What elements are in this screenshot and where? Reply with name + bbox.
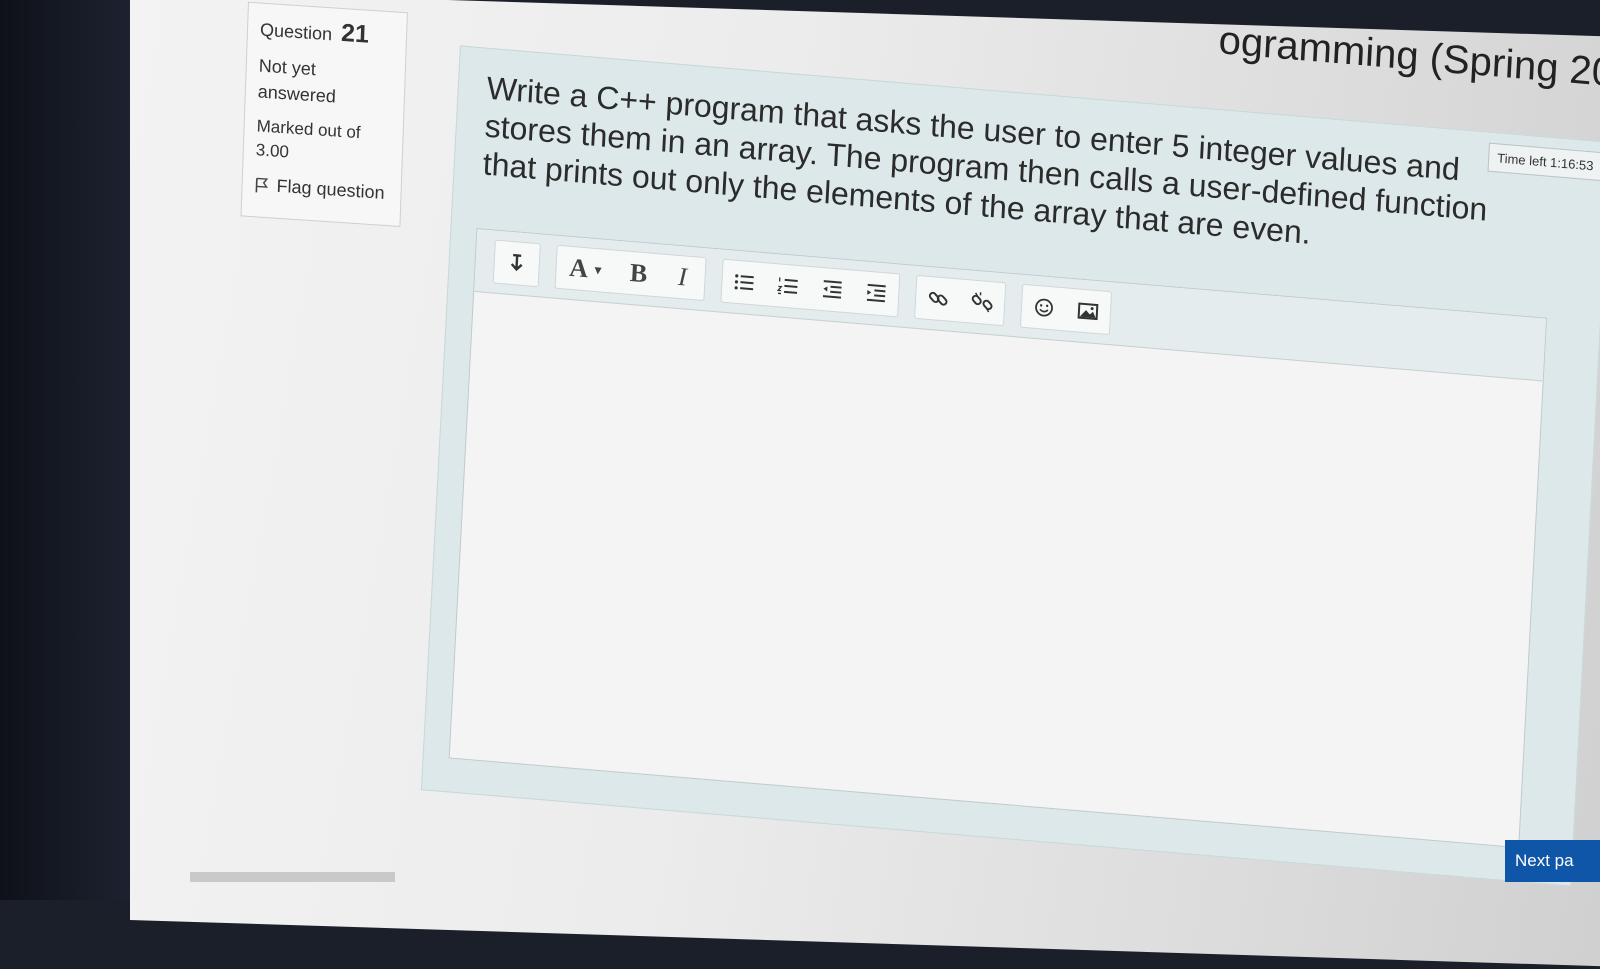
flag-icon — [255, 177, 269, 192]
answer-text-area[interactable] — [450, 292, 1543, 847]
unlink-icon — [971, 292, 993, 313]
toolbar-group-links — [914, 274, 1007, 327]
unordered-list-icon — [734, 274, 754, 291]
toolbar-group-collapse — [492, 239, 541, 288]
chevron-down-icon: ▼ — [591, 262, 605, 278]
question-label: Question — [259, 19, 333, 45]
link-icon — [928, 291, 948, 306]
answer-status: Not yet answered — [257, 55, 337, 107]
outdent-icon — [822, 280, 842, 299]
ordered-list-button[interactable] — [765, 263, 811, 309]
italic-icon: I — [677, 262, 688, 292]
course-title: ogramming (Spring 2021) — [1217, 18, 1600, 101]
collapse-icon — [510, 253, 523, 272]
indent-button[interactable] — [853, 271, 899, 317]
image-icon — [1077, 302, 1099, 321]
image-button[interactable] — [1065, 289, 1111, 335]
bold-icon: B — [629, 257, 649, 289]
emoji-icon — [1035, 298, 1053, 317]
quiz-screen: ogramming (Spring 2021) Question 21 Not … — [130, 0, 1600, 968]
question-number: 21 — [340, 18, 370, 49]
toolbar-group-media — [1019, 283, 1113, 336]
toolbar-group-lists — [720, 258, 901, 318]
italic-button[interactable]: I — [659, 255, 705, 301]
answer-editor: A ▼ B I — [448, 228, 1548, 849]
indent-icon — [866, 283, 886, 303]
toolbar-group-style: A ▼ B I — [554, 244, 707, 302]
collapse-toolbar-button[interactable] — [494, 241, 540, 287]
flag-question-label: Flag question — [276, 175, 385, 203]
bottom-strip — [190, 872, 395, 882]
emoji-button[interactable] — [1021, 285, 1067, 331]
bold-button[interactable]: B — [616, 251, 662, 297]
flag-question-button[interactable]: Flag question — [254, 174, 389, 204]
link-button[interactable] — [915, 276, 961, 322]
ordered-list-icon — [776, 277, 798, 295]
font-style-button[interactable]: A ▼ — [556, 246, 618, 293]
marks-info: Marked out of 3.00 — [255, 114, 391, 171]
question-content: Write a C++ program that asks the user t… — [420, 45, 1600, 887]
outdent-button[interactable] — [809, 267, 855, 313]
next-page-button[interactable]: Next pa — [1505, 840, 1600, 882]
question-number-line: Question 21 — [260, 14, 395, 52]
question-info-panel: Question 21 Not yet answered Marked out … — [240, 1, 408, 227]
question-text: Write a C++ program that asks the user t… — [481, 69, 1489, 251]
unlink-button[interactable] — [959, 280, 1005, 326]
font-icon: A — [568, 252, 589, 284]
unordered-list-button[interactable] — [721, 260, 767, 306]
